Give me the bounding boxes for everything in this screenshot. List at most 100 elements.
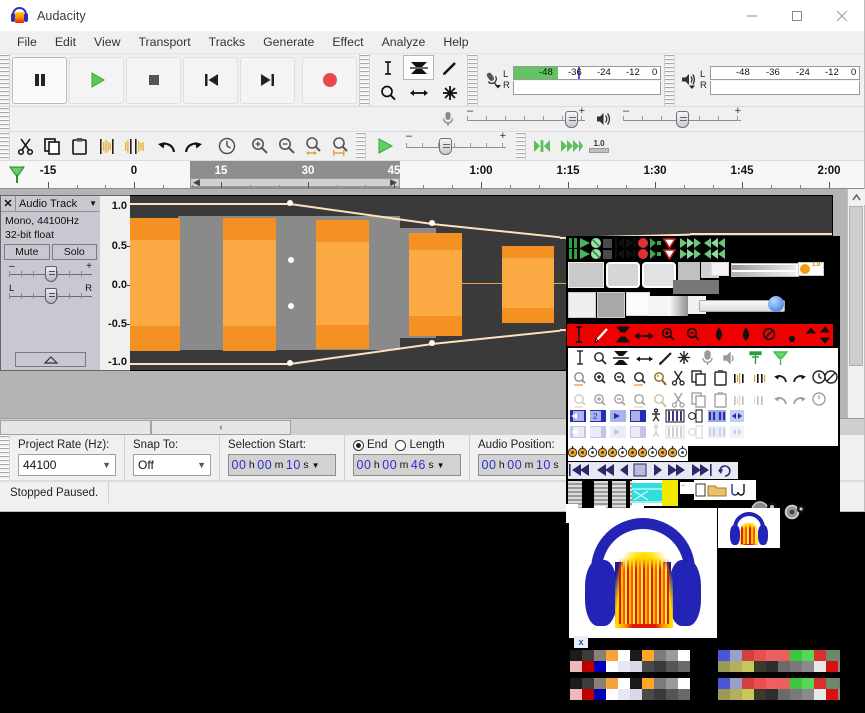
menu-file[interactable]: File (8, 33, 46, 51)
recording-meter-toolbar: L R -48 -36 -24 -12 0 (468, 54, 665, 106)
end-radio[interactable]: End (353, 439, 387, 451)
silence-audio-button[interactable] (120, 133, 147, 159)
theme-palette-swatch (630, 678, 642, 689)
speed-slider-thumb[interactable] (439, 138, 452, 155)
length-radio-dot[interactable] (395, 439, 407, 451)
output-volume-slider[interactable]: – + (617, 105, 747, 129)
pinned-play-head-icon[interactable] (8, 165, 26, 185)
end-radio-dot[interactable] (353, 439, 364, 451)
output-slider-thumb[interactable] (676, 111, 689, 128)
cut-button[interactable] (12, 133, 39, 159)
paste-button[interactable] (66, 133, 93, 159)
envelope-control-point[interactable] (429, 220, 435, 227)
envelope-line[interactable] (130, 362, 290, 365)
playback-meter[interactable]: L R -48 -36 -24 -12 0 (675, 55, 863, 106)
close-icon[interactable] (819, 0, 864, 31)
fit-project-button[interactable] (327, 133, 354, 159)
zoom-in-button[interactable] (246, 133, 273, 159)
play-at-speed-button[interactable] (370, 133, 400, 159)
vertical-scroll-thumb[interactable] (849, 206, 863, 366)
undo-button[interactable] (153, 133, 180, 159)
length-radio[interactable]: Length (395, 439, 445, 451)
recording-meter[interactable]: L R -48 -36 -24 -12 0 (478, 55, 664, 106)
cut-preview-button[interactable] (528, 133, 556, 159)
timeline-ruler[interactable]: ◀ ▶ -1501530451:001:151:301:452:00 (0, 161, 864, 189)
menu-transport[interactable]: Transport (129, 33, 199, 51)
draw-tool-button[interactable] (434, 55, 465, 80)
unit-s-2: s (428, 459, 434, 471)
envelope-tool-button[interactable] (403, 55, 434, 80)
skip-end-button[interactable] (240, 56, 295, 104)
fit-selection-button[interactable] (300, 133, 327, 159)
selection-start-field[interactable]: 00 h 00 m 10 s ▼ (228, 454, 336, 476)
play-button[interactable] (69, 56, 124, 104)
menu-tracks[interactable]: Tracks (200, 33, 254, 51)
close-track-icon[interactable]: ✕ (1, 196, 16, 211)
mute-button[interactable]: Mute (4, 244, 50, 260)
solo-button[interactable]: Solo (51, 244, 97, 260)
maximize-icon[interactable] (774, 0, 819, 31)
loop-play-button[interactable] (556, 133, 586, 159)
zoom-out-button[interactable] (273, 133, 300, 159)
stop-button[interactable] (126, 56, 181, 104)
play-meter-grabber[interactable] (665, 54, 675, 106)
menu-analyze[interactable]: Analyze (373, 33, 435, 51)
pan-slider-thumb[interactable] (44, 288, 57, 304)
menu-edit[interactable]: Edit (46, 33, 85, 51)
zoom-tool-button[interactable] (372, 80, 403, 105)
envelope-control-point[interactable] (288, 256, 294, 263)
trim-audio-button[interactable] (93, 133, 120, 159)
rec-meter-grabber[interactable] (468, 54, 478, 106)
selection-end-field[interactable]: 00 h 00 m 46 s ▼ (353, 454, 461, 476)
theme-palette-swatch (630, 650, 642, 661)
record-button[interactable] (302, 56, 357, 104)
vertical-scrollbar[interactable] (847, 189, 865, 418)
menu-help[interactable]: Help (434, 33, 477, 51)
window-controls (729, 0, 864, 31)
sel-start-spinner[interactable]: ▼ (312, 461, 320, 470)
envelope-control-point[interactable] (287, 359, 293, 366)
hscroll-thumb-left[interactable] (0, 419, 151, 435)
gain-slider-thumb[interactable] (44, 266, 57, 282)
minimize-icon[interactable] (729, 0, 774, 31)
scroll-up-button[interactable] (848, 189, 865, 205)
pause-button[interactable] (12, 56, 67, 104)
input-slider-thumb[interactable] (565, 111, 578, 128)
play-speed-slider[interactable]: – + (400, 130, 512, 156)
track-vertical-ruler[interactable]: 1.0 0.5 0.0 -0.5 -1.0 (100, 195, 130, 371)
sel-end-spinner[interactable]: ▼ (437, 461, 445, 470)
snap-to-select[interactable]: Off ▼ (133, 454, 211, 476)
timeshift-tool-button[interactable] (403, 80, 434, 105)
pas-grabber[interactable] (356, 132, 366, 160)
gain-slider[interactable]: – + (1, 261, 100, 284)
menu-view[interactable]: View (85, 33, 129, 51)
envelope-control-point[interactable] (429, 339, 435, 346)
transport-grabber[interactable] (0, 54, 10, 106)
audacity-logo-icon (11, 7, 28, 24)
pan-slider[interactable]: L R (1, 283, 100, 306)
menu-generate[interactable]: Generate (254, 33, 323, 51)
track-name-dropdown[interactable]: Audio Track ▼ (16, 198, 100, 210)
envelope-line[interactable] (130, 203, 290, 206)
collapse-triangle-icon[interactable] (15, 352, 86, 367)
selection-tool-button[interactable] (372, 55, 403, 80)
copy-button[interactable] (39, 133, 66, 159)
edit-grabber[interactable] (0, 132, 10, 160)
menu-effect[interactable]: Effect (323, 33, 372, 51)
theme-cache-image-window[interactable]: 1.0 2 → x (566, 236, 840, 713)
skip-start-button[interactable] (183, 56, 238, 104)
chevron-down-icon[interactable]: ▼ (89, 199, 97, 208)
scrub-grabber[interactable] (516, 132, 526, 160)
project-rate-select[interactable]: 44100 ▼ (18, 454, 116, 476)
scrub-ruler[interactable]: 1.0 (586, 139, 612, 153)
tools-grabber[interactable] (360, 54, 370, 106)
selbar-grabber[interactable] (0, 435, 10, 480)
envelope-line[interactable] (690, 233, 832, 236)
hscroll-thumb-main[interactable]: ‹ (151, 419, 291, 435)
theme-nav-glyph-row (568, 462, 738, 479)
sync-lock-button[interactable] (213, 133, 240, 159)
input-volume-slider[interactable]: – + (461, 105, 591, 129)
redo-button[interactable] (180, 133, 207, 159)
multi-tool-button[interactable] (434, 80, 465, 105)
mixer-grabber-left[interactable] (0, 107, 10, 131)
